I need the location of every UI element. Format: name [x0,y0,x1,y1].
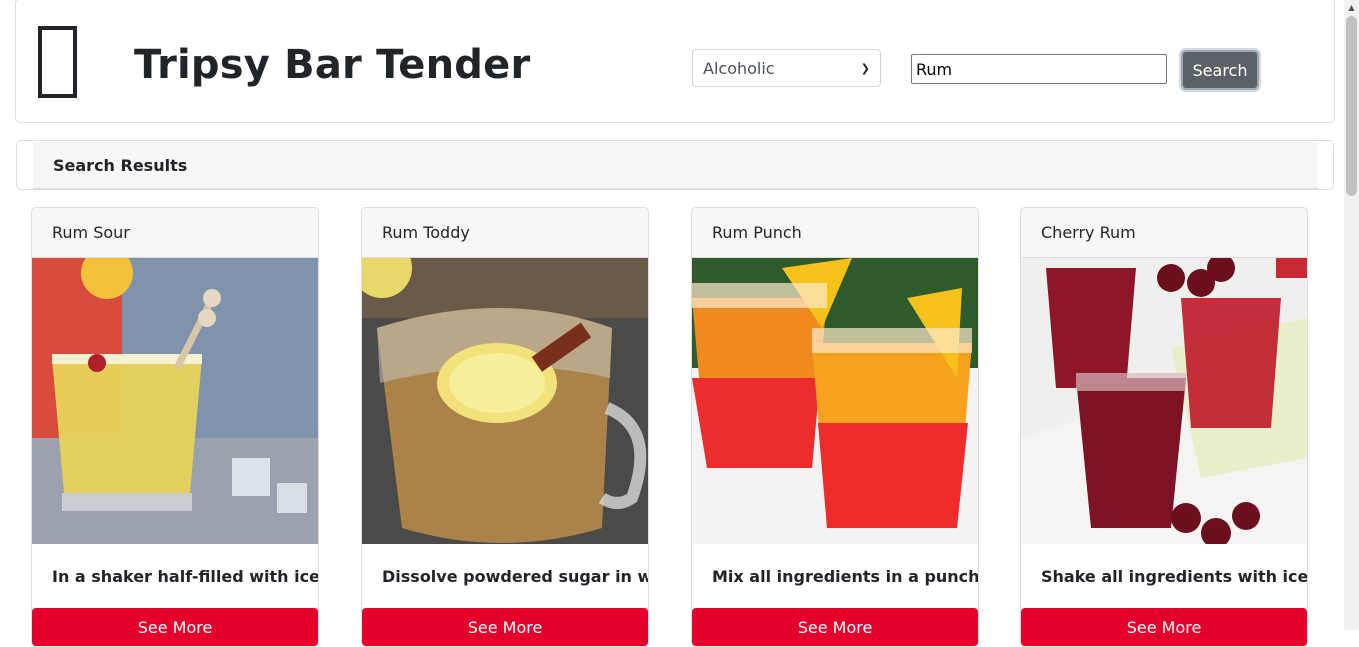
drink-image [362,258,648,544]
search-input[interactable]: Rum [911,54,1167,84]
see-more-button[interactable]: See More [32,608,318,646]
drink-card: Cherry Rum Shake all ingredients with ic… [1020,207,1308,647]
drink-card-title: Rum Sour [32,208,318,258]
drink-card-title: Rum Punch [692,208,978,258]
chevron-down-icon: ❯ [860,61,870,75]
vertical-scrollbar[interactable]: ▲ [1344,0,1359,630]
drink-card-description: Shake all ingredients with ice,... [1041,566,1307,586]
scroll-up-icon[interactable]: ▲ [1344,0,1359,15]
see-more-button[interactable]: See More [692,608,978,646]
drink-card-description: Mix all ingredients in a punch ... [712,566,978,586]
app-title: Tripsy Bar Tender [134,42,531,88]
category-select-value: Alcoholic [703,58,775,78]
app-header: Tripsy Bar Tender Alcoholic ❯ Rum Search [15,0,1335,123]
drink-card-title: Cherry Rum [1021,208,1307,258]
search-input-value: Rum [916,59,953,79]
drink-card: Rum Punch Mix all ingredients in a punch… [691,207,979,647]
drink-card-title: Rum Toddy [362,208,648,258]
drink-card-description: Dissolve powdered sugar in w... [382,566,648,586]
see-more-button[interactable]: See More [1021,608,1307,646]
search-button[interactable]: Search [1181,50,1259,90]
see-more-button[interactable]: See More [362,608,648,646]
drink-image [1021,258,1307,544]
scroll-thumb[interactable] [1346,16,1357,196]
search-results-panel: Search Results [16,140,1334,190]
drink-image [692,258,978,544]
drink-image [32,258,318,544]
search-results-header: Search Results [33,142,1318,189]
drink-card: Rum Toddy Dissolve powdered sugar in w..… [361,207,649,647]
category-select[interactable]: Alcoholic ❯ [692,49,881,87]
drink-card: Rum Sour In a shaker half-filled with ic… [31,207,319,647]
logo-icon [38,26,77,98]
drink-card-description: In a shaker half-filled with ice ... [52,566,318,586]
